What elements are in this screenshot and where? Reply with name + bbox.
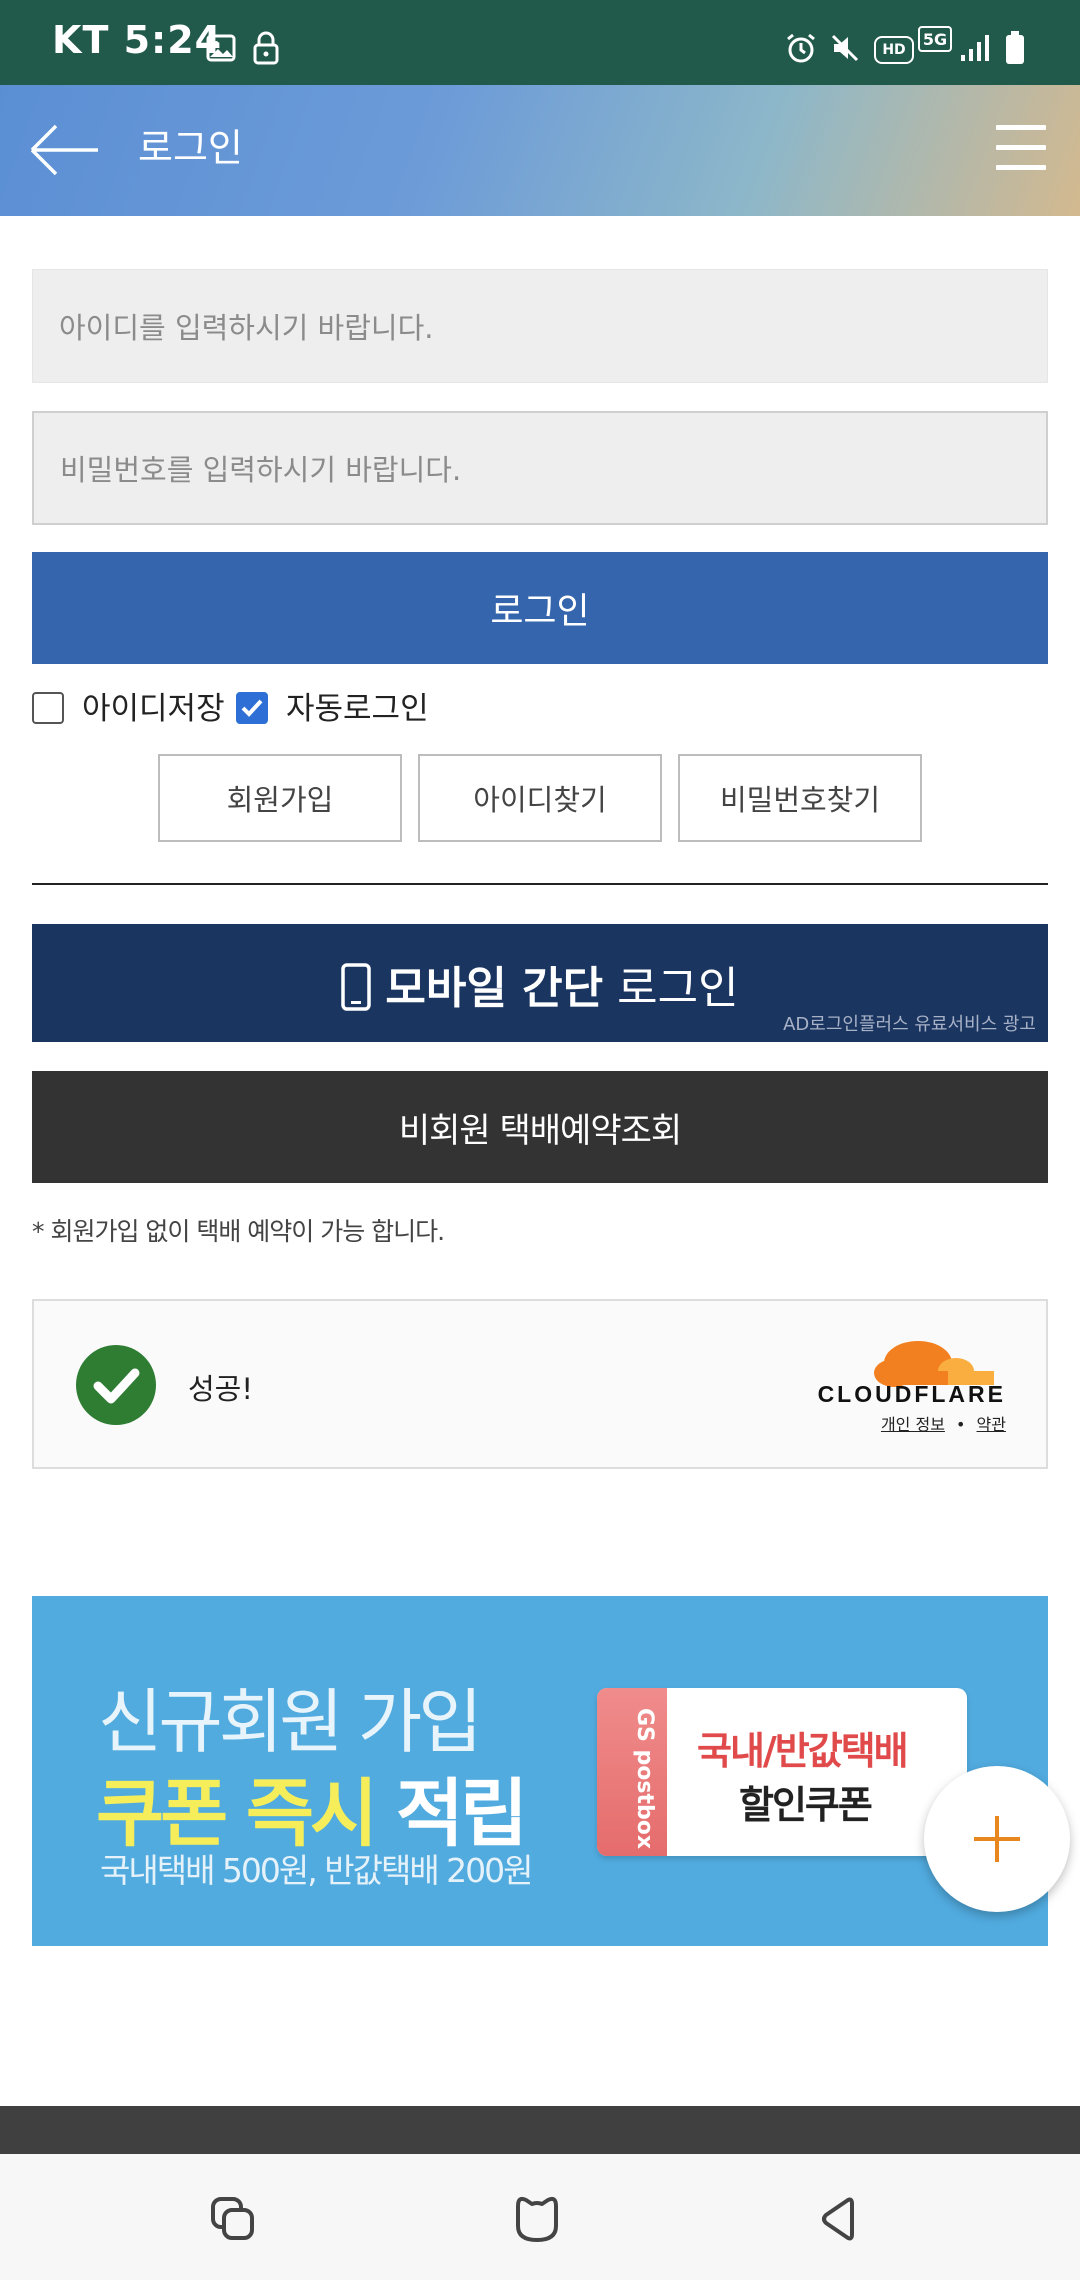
5g-icon: 5G [918, 26, 952, 52]
cloudflare-captcha: 성공! CLOUDFLARE 개인 정보 • 약관 [32, 1299, 1048, 1469]
login-button[interactable]: 로그인 [32, 552, 1048, 664]
back-arrow-icon[interactable] [28, 115, 104, 185]
coupon-subtitle: 할인쿠폰 [739, 1783, 873, 1827]
save-id-label[interactable]: 아이디저장 [82, 683, 225, 728]
battery-icon [1004, 28, 1026, 68]
guest-note: * 회원가입 없이 택배 예약이 가능 합니다. [32, 1217, 445, 1246]
divider [32, 883, 1048, 885]
floating-add-button[interactable] [924, 1766, 1070, 1912]
password-input[interactable]: 비밀번호를 입력하시기 바랍니다. [32, 411, 1048, 525]
mobile-simple-login-button[interactable]: 모바일 간단 로그인 AD로그인플러스 유료서비스 광고 [32, 924, 1048, 1042]
guest-delivery-lookup-button[interactable]: 비회원 택배예약조회 [32, 1071, 1048, 1183]
privacy-link[interactable]: 개인 정보 [881, 1415, 945, 1434]
auto-login-checkbox[interactable] [236, 692, 268, 724]
app-bar: 로그인 [0, 85, 1080, 216]
find-password-button[interactable]: 비밀번호찾기 [678, 754, 922, 842]
coupon-stub: GS postbox [597, 1688, 667, 1856]
promo-detail: 국내택배 500원, 반값택배 200원 [100, 1851, 534, 1890]
mobile-login-bold: 모바일 간단 [385, 963, 604, 1014]
mobile-login-label: 모바일 간단 로그인 [32, 952, 1048, 1016]
status-bar: KT 5:24 HD 5G [0, 0, 1080, 85]
save-id-checkbox[interactable] [32, 692, 64, 724]
recent-apps-icon[interactable] [208, 2194, 258, 2244]
page-title: 로그인 [138, 126, 243, 170]
find-id-button[interactable]: 아이디찾기 [418, 754, 662, 842]
gs-postbox-logo: GS postbox [632, 1708, 657, 1850]
signup-button[interactable]: 회원가입 [158, 754, 402, 842]
mute-icon [828, 28, 862, 68]
plus-icon [974, 1816, 1020, 1862]
cloudflare-links: 개인 정보 • 약관 [881, 1411, 1006, 1435]
id-input[interactable]: 아이디를 입력하시기 바랍니다. [32, 269, 1048, 383]
mobile-login-normal: 로그인 [617, 963, 739, 1014]
signal-icon [958, 28, 992, 68]
success-check-icon [76, 1345, 156, 1425]
carrier-time: KT 5:24 [52, 18, 223, 62]
terms-link[interactable]: 약관 [977, 1415, 1006, 1434]
signup-coupon-banner[interactable]: 신규회원 가입 쿠폰 즉시 적립 국내택배 500원, 반값택배 200원 GS… [32, 1596, 1048, 1946]
auto-login-label[interactable]: 자동로그인 [286, 683, 429, 728]
coupon-title: 국내/반값택배 [697, 1729, 909, 1773]
lock-icon [250, 28, 282, 68]
image-icon [204, 28, 238, 68]
captcha-status: 성공! [188, 1372, 253, 1406]
promo-headline: 신규회원 가입 [98, 1681, 483, 1763]
hd-icon: HD [874, 36, 914, 64]
back-icon[interactable] [814, 2194, 864, 2244]
coupon-graphic: GS postbox 국내/반값택배 할인쿠폰 [597, 1688, 967, 1856]
footer-bar [0, 2106, 1080, 2154]
hamburger-menu-icon[interactable] [996, 125, 1048, 175]
ad-notice: AD로그인플러스 유료서비스 광고 [783, 1014, 1036, 1035]
alarm-icon [784, 28, 818, 68]
home-icon[interactable] [510, 2192, 564, 2246]
check-icon [241, 699, 263, 717]
system-nav-bar [0, 2154, 1080, 2280]
link-separator: • [956, 1415, 966, 1434]
cloudflare-brand: CLOUDFLARE [817, 1381, 1006, 1407]
smartphone-icon [341, 963, 372, 1011]
